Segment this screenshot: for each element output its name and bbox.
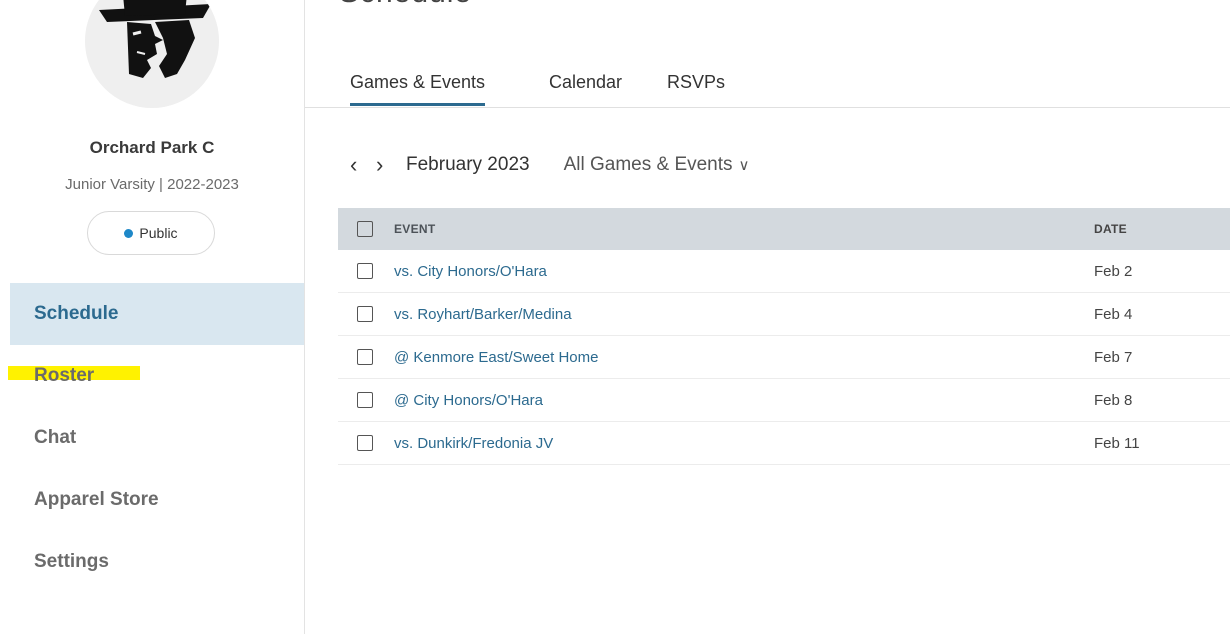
event-link[interactable]: @ Kenmore East/Sweet Home: [394, 349, 598, 366]
status-dot-icon: [124, 228, 134, 238]
sidebar-item-roster[interactable]: Roster: [8, 345, 304, 407]
chevron-left-icon[interactable]: ‹: [350, 152, 376, 178]
visibility-button[interactable]: Public: [87, 211, 215, 255]
events-table: EVENT DATE vs. City Honors/O'Hara Feb 2 …: [338, 208, 1230, 465]
select-all-checkbox[interactable]: [357, 221, 373, 237]
sidebar-item-chat[interactable]: Chat: [10, 407, 304, 469]
tab-calendar[interactable]: Calendar: [549, 72, 622, 103]
event-link[interactable]: vs. City Honors/O'Hara: [394, 263, 547, 280]
column-header-event[interactable]: EVENT: [394, 222, 1094, 236]
filter-label: All Games & Events: [563, 154, 733, 175]
event-date: Feb 8: [1094, 391, 1133, 409]
sidebar-item-label-wrapper: Roster: [8, 365, 140, 387]
chevron-right-icon[interactable]: ›: [376, 152, 402, 178]
team-name: Orchard Park C: [89, 138, 215, 157]
schedule-toolbar: ‹ › February 2023 All Games & Events ∨: [350, 152, 750, 178]
chevron-down-icon: ∨: [738, 157, 750, 174]
tab-rsvps[interactable]: RSVPs: [667, 72, 725, 103]
team-avatar: [85, 0, 219, 108]
event-date: Feb 4: [1094, 305, 1133, 323]
column-header-date[interactable]: DATE: [1094, 222, 1230, 236]
event-filter-dropdown[interactable]: All Games & Events ∨: [564, 154, 750, 176]
tab-bar: Games & Events Calendar RSVPs: [305, 66, 1230, 108]
sidebar-item-label: Chat: [34, 427, 77, 448]
sidebar: Orchard Park C Junior Varsity | 2022-202…: [0, 0, 305, 634]
table-header: EVENT DATE: [338, 208, 1230, 250]
sidebar-nav: Schedule Roster Chat Apparel Store Setti…: [8, 283, 304, 593]
table-row: @ City Honors/O'Hara Feb 8: [338, 379, 1230, 422]
main-content: Schedule Games & Events Calendar RSVPs ‹…: [305, 0, 1230, 634]
sidebar-item-label: Schedule: [34, 303, 119, 324]
sidebar-item-schedule[interactable]: Schedule: [10, 283, 304, 345]
event-date: Feb 11: [1094, 434, 1140, 452]
tab-games-events[interactable]: Games & Events: [350, 72, 486, 106]
table-row: vs. City Honors/O'Hara Feb 2: [338, 250, 1230, 293]
sidebar-item-settings[interactable]: Settings: [10, 531, 304, 593]
page-title: Schedule: [339, 0, 472, 10]
sidebar-item-apparel-store[interactable]: Apparel Store: [10, 469, 304, 531]
event-link[interactable]: @ City Honors/O'Hara: [394, 392, 543, 409]
event-date: Feb 7: [1094, 348, 1133, 366]
sidebar-item-label: Apparel Store: [34, 489, 159, 510]
row-checkbox[interactable]: [357, 392, 373, 408]
event-date: Feb 2: [1094, 262, 1133, 280]
table-row: vs. Dunkirk/Fredonia JV Feb 11: [338, 422, 1230, 465]
row-checkbox[interactable]: [357, 435, 373, 451]
sidebar-item-label: Settings: [34, 551, 109, 572]
table-row: vs. Royhart/Barker/Medina Feb 4: [338, 293, 1230, 336]
table-row: @ Kenmore East/Sweet Home Feb 7: [338, 336, 1230, 379]
event-link[interactable]: vs. Royhart/Barker/Medina: [394, 306, 572, 323]
pilgrim-logo-icon: [85, 0, 219, 108]
row-checkbox[interactable]: [357, 349, 373, 365]
row-checkbox[interactable]: [357, 263, 373, 279]
event-link[interactable]: vs. Dunkirk/Fredonia JV: [394, 435, 553, 452]
team-subtitle: Junior Varsity | 2022-2023: [65, 176, 239, 193]
sidebar-item-label: Roster: [34, 365, 95, 386]
month-label: February 2023: [406, 154, 530, 175]
visibility-label: Public: [139, 225, 178, 241]
row-checkbox[interactable]: [357, 306, 373, 322]
